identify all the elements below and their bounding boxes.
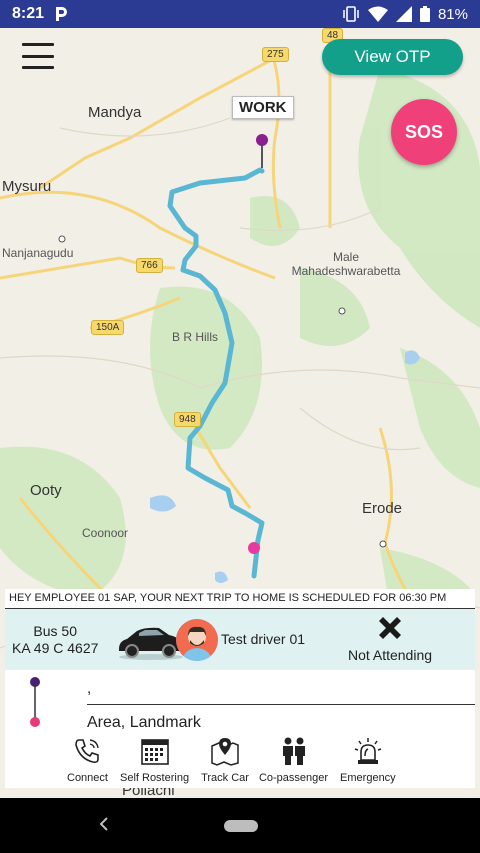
driver-name: Test driver 01 <box>221 631 306 647</box>
bus-plate: KA 49 C 4627 <box>12 640 99 656</box>
map-label-ooty: Ooty <box>30 482 62 499</box>
map-label-br-hills: B R Hills <box>172 330 219 344</box>
route-dots-icon <box>30 677 40 727</box>
drop-address: Area, Landmark <box>87 714 201 731</box>
battery-percent: 81% <box>437 5 468 23</box>
nav-co-passenger[interactable]: Co-passenger <box>259 732 328 788</box>
status-time: 8:21 <box>12 5 45 22</box>
nav-self-rostering[interactable]: Self Rostering <box>120 732 189 788</box>
car-icon <box>119 627 183 660</box>
highway-shield: 766 <box>136 258 163 273</box>
bus-info: Bus 50 KA 49 C 4627 <box>12 623 98 657</box>
hamburger-line <box>22 54 54 58</box>
home-button[interactable] <box>224 820 258 832</box>
nav-emergency[interactable]: Emergency <box>340 732 396 788</box>
nav-emergency-label: Emergency <box>340 772 396 784</box>
map-label-male-mahadeshwarabetta: Male Mahadeshwarabetta <box>291 250 401 278</box>
status-bar: 8:21 81% <box>0 0 480 28</box>
driver-avatar <box>176 619 218 661</box>
address-divider <box>87 704 475 705</box>
siren-icon <box>354 738 382 764</box>
map-label-mysuru: Mysuru <box>2 178 52 195</box>
hamburger-line <box>22 43 54 46</box>
signal-icon <box>395 6 412 22</box>
not-attending-label: Not Attending <box>347 647 433 663</box>
work-marker-label[interactable]: WORK <box>232 96 294 119</box>
pickup-address: , <box>87 680 92 697</box>
nav-connect-label: Connect <box>67 772 108 784</box>
view-otp-button[interactable]: View OTP <box>322 39 463 75</box>
nav-co-passenger-label: Co-passenger <box>258 772 329 784</box>
calendar-icon <box>140 739 169 765</box>
address-card: , Area, Landmark <box>5 670 475 732</box>
wifi-icon <box>367 6 388 22</box>
vibrate-icon <box>343 6 359 22</box>
highway-shield: 948 <box>174 412 201 427</box>
menu-button[interactable] <box>22 43 54 69</box>
battery-icon <box>419 6 430 22</box>
system-nav-bar <box>0 798 480 853</box>
trip-card: Bus 50 KA 49 C 4627 Test driver 01 Not A… <box>5 609 475 669</box>
nav-track-car[interactable]: Track Car <box>201 732 249 788</box>
bottom-nav: Connect Self Rostering Track Car Co-pass… <box>5 732 475 788</box>
people-icon <box>282 737 305 765</box>
hamburger-line <box>22 66 54 69</box>
sos-button[interactable]: SOS <box>391 99 457 165</box>
map-label-nanjanagudu: Nanjanagudu <box>2 246 74 260</box>
close-icon <box>379 617 401 639</box>
map-label-coonoor: Coonoor <box>82 526 129 540</box>
trip-schedule-banner: HEY EMPLOYEE 01 SAP, YOUR NEXT TRIP TO H… <box>5 589 475 609</box>
map-label-erode: Erode <box>362 500 403 517</box>
highway-shield: 150A <box>91 320 125 335</box>
nav-track-car-label: Track Car <box>201 772 249 784</box>
notification-p-icon <box>56 7 68 21</box>
nav-connect[interactable]: Connect <box>67 732 108 788</box>
bus-name: Bus 50 <box>33 623 77 639</box>
nav-self-rostering-label: Self Rostering <box>119 772 190 784</box>
back-icon[interactable] <box>96 816 112 832</box>
highway-shield: 275 <box>262 47 289 62</box>
map-label-mandya: Mandya <box>88 104 142 121</box>
map-pin-icon <box>211 738 239 766</box>
not-attending-button[interactable]: Not Attending <box>340 613 440 663</box>
phone-icon <box>75 739 100 763</box>
